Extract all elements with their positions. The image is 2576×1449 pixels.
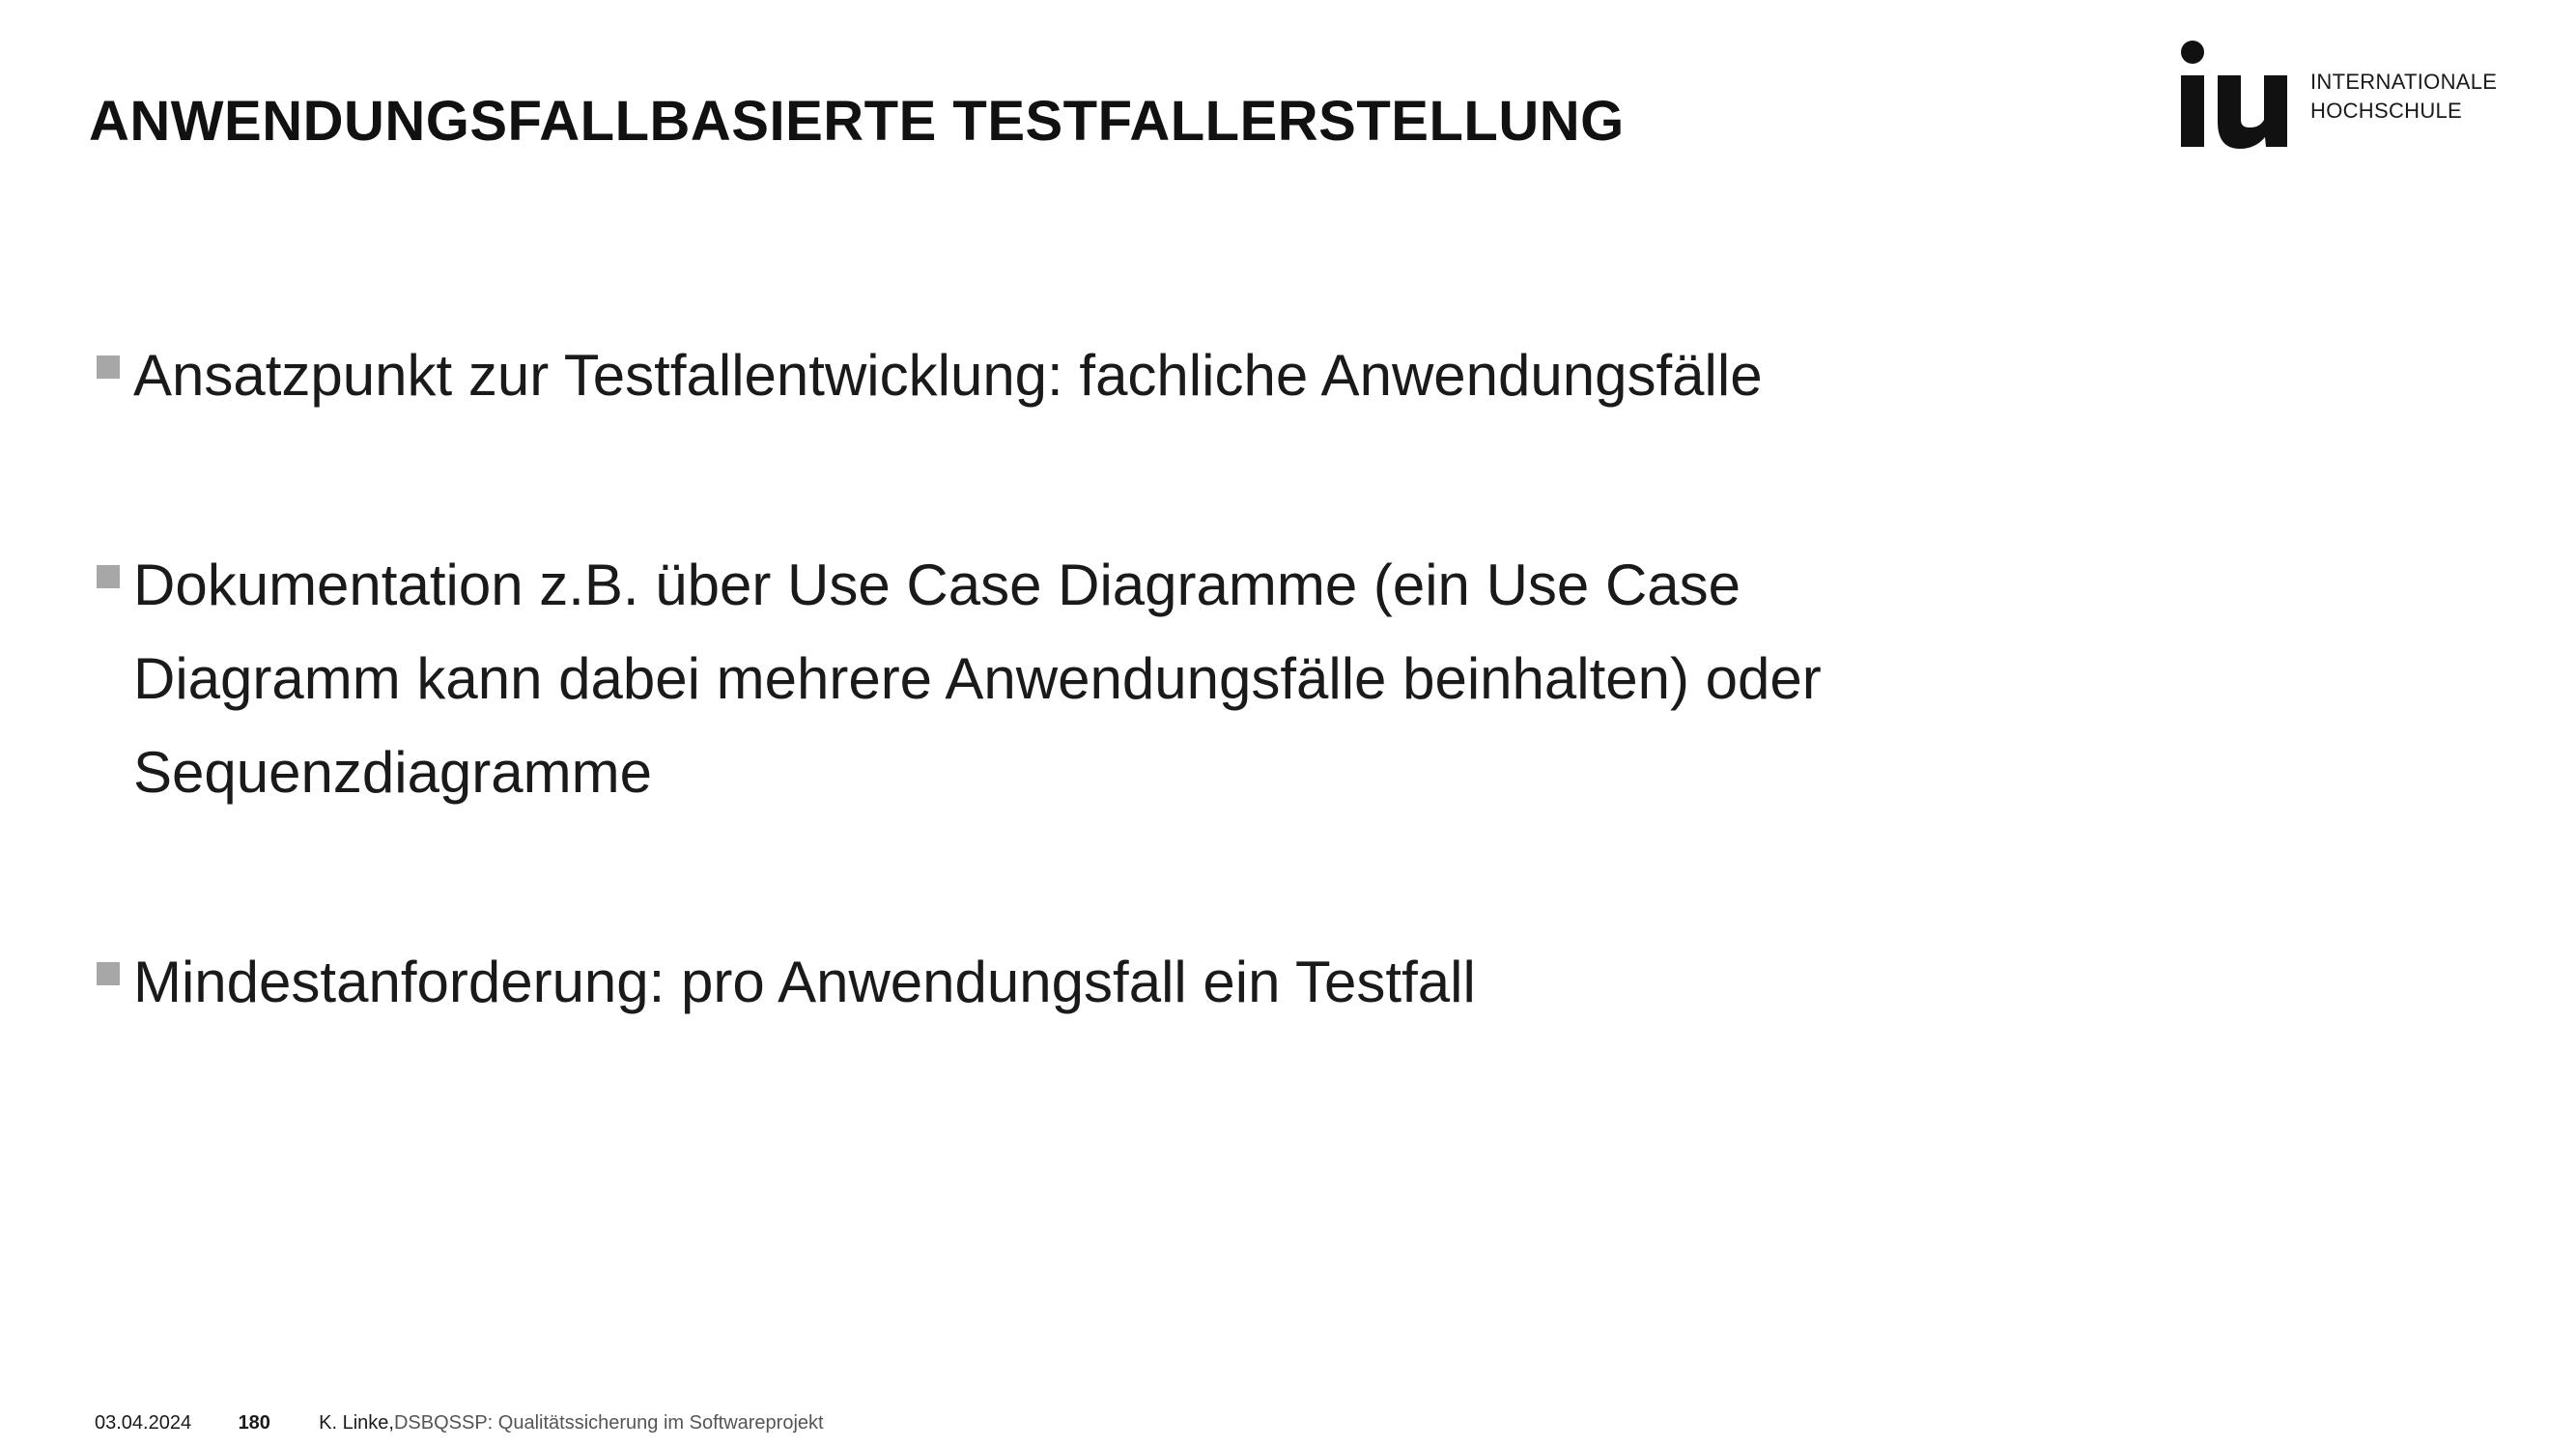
footer-author: K. Linke, [319, 1412, 394, 1434]
iu-logo-mark-icon [2181, 41, 2287, 149]
bullet-text: Dokumentation z.B. über Use Case Diagram… [133, 538, 2028, 819]
logo-text: INTERNATIONALE HOCHSCHULE [2310, 68, 2497, 126]
iu-logo: INTERNATIONALE HOCHSCHULE [2175, 39, 2504, 155]
footer-course: DSBQSSP: Qualitätssicherung im Softwarep… [393, 1412, 824, 1434]
bullet-text: Ansatzpunkt zur Testfallentwicklung: fac… [133, 328, 2028, 422]
bullet-line: Ansatzpunkt zur Testfallentwicklung: fac… [133, 343, 1763, 408]
bullet-item-1: Ansatzpunkt zur Testfallentwicklung: fac… [97, 328, 2028, 422]
slide-title: ANWENDUNGSFALLBASIERTE TESTFALLERSTELLUN… [89, 90, 1625, 153]
bullet-item-2: Dokumentation z.B. über Use Case Diagram… [97, 538, 2028, 819]
bullet-square-icon [97, 565, 120, 588]
bullet-square-icon [97, 962, 120, 985]
footer-page-number: 180 [238, 1412, 270, 1434]
bullet-line: Dokumentation z.B. über Use Case Diagram… [133, 553, 1741, 617]
bullet-list: Ansatzpunkt zur Testfallentwicklung: fac… [97, 328, 2028, 1145]
bullet-line: Mindestanforderung: pro Anwendungsfall e… [133, 950, 1476, 1014]
slide-footer: 03.04.2024 180 K. Linke, DSBQSSP: Qualit… [95, 1412, 824, 1435]
logo-line-1: INTERNATIONALE [2310, 70, 2498, 94]
bullet-text: Mindestanforderung: pro Anwendungsfall e… [133, 935, 2028, 1029]
bullet-line: Diagramm kann dabei mehrere Anwendungsfä… [133, 646, 1822, 711]
logo-line-2: HOCHSCHULE [2310, 99, 2463, 123]
bullet-line: Sequenzdiagramme [133, 740, 652, 805]
footer-date: 03.04.2024 [95, 1412, 192, 1434]
bullet-square-icon [97, 355, 120, 379]
bullet-item-3: Mindestanforderung: pro Anwendungsfall e… [97, 935, 2028, 1029]
